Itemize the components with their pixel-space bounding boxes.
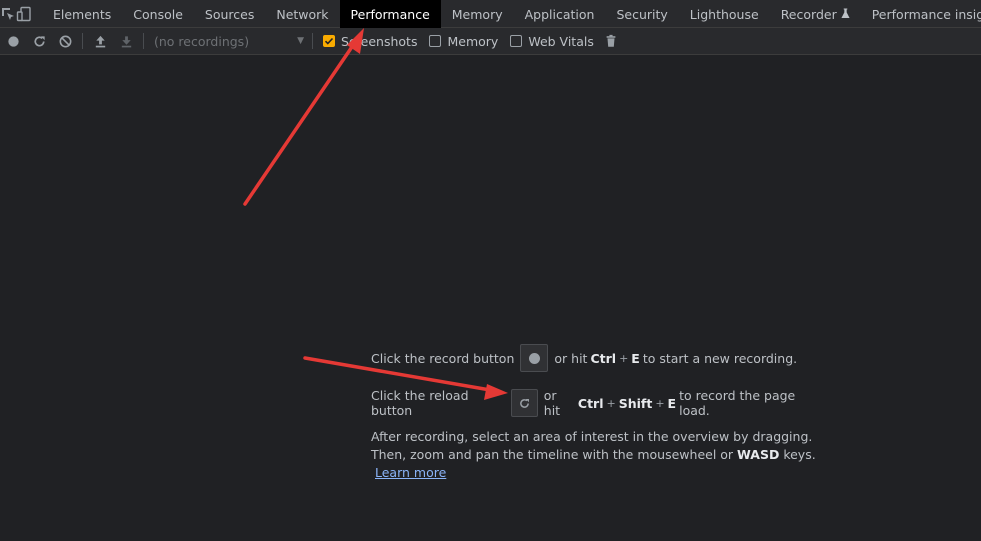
wasd-keys: WASD (737, 447, 780, 462)
reload-icon (520, 398, 530, 408)
record-instruction-or: or hit (554, 350, 588, 366)
clear-button[interactable] (52, 28, 78, 54)
reload-record-button[interactable] (26, 28, 52, 54)
tab-sources[interactable]: Sources (194, 0, 265, 28)
tab-application[interactable]: Application (514, 0, 606, 28)
tab-label: Elements (53, 6, 112, 22)
learn-more-link[interactable]: Learn more (375, 465, 446, 480)
trash-icon (606, 34, 616, 47)
toolbar-divider (82, 33, 83, 49)
reload-instruction: Click the reload button or hit Ctrl + Sh… (371, 388, 821, 418)
tab-label: Console (133, 6, 183, 22)
shortcut-key: Ctrl (577, 395, 604, 411)
tab-security[interactable]: Security (605, 0, 678, 28)
reload-instruction-suffix: to record the page load. (679, 388, 796, 418)
performance-landing-message: Click the record button or hit Ctrl + E … (371, 343, 821, 482)
record-icon (7, 35, 19, 47)
record-instruction: Click the record button or hit Ctrl + E … (371, 343, 821, 373)
load-profile-button[interactable] (87, 28, 113, 54)
save-profile-button[interactable] (113, 28, 139, 54)
tab-recorder[interactable]: Recorder (770, 0, 861, 28)
memory-checkbox[interactable]: Memory (429, 34, 498, 49)
record-icon (528, 352, 540, 364)
tab-network[interactable]: Network (265, 0, 339, 28)
garbage-collect-button[interactable] (600, 28, 622, 54)
tab-console[interactable]: Console (122, 0, 194, 28)
record-button[interactable] (0, 28, 26, 54)
screenshots-label: Screenshots (341, 33, 418, 49)
tab-performance[interactable]: Performance (339, 0, 441, 28)
reload-icon (33, 35, 45, 47)
reload-instruction-or: or hit (543, 388, 561, 418)
tab-label: Recorder (780, 6, 837, 22)
shortcut-plus: + (619, 351, 629, 365)
reload-instruction-prefix: Click the reload button (371, 388, 469, 418)
shortcut-plus: + (606, 396, 616, 410)
performance-toolbar: (no recordings) ▼ Screenshots Memory Web… (0, 28, 981, 55)
experimental-flask-icon (841, 7, 850, 22)
inline-record-button[interactable] (520, 344, 549, 372)
shortcut-key: E (631, 350, 640, 366)
inline-reload-button[interactable] (511, 389, 538, 417)
tab-memory[interactable]: Memory (441, 0, 514, 28)
memory-label: Memory (447, 33, 499, 49)
tab-label: Security (616, 6, 668, 22)
tab-elements[interactable]: Elements (42, 0, 122, 28)
tab-label: Performance (350, 6, 430, 22)
shortcut-key: Ctrl (590, 350, 617, 366)
upload-icon (95, 35, 105, 47)
toolbar-divider (143, 33, 144, 49)
tab-label: Lighthouse (689, 6, 759, 22)
tab-label: Memory (451, 6, 503, 22)
shortcut-key: Shift (618, 395, 653, 411)
checkbox-unchecked-icon[interactable] (510, 35, 523, 47)
toolbar-divider (312, 33, 313, 49)
panel-tabs: Elements Console Sources Network Performance… (42, 0, 981, 28)
chevron-down-icon: ▼ (297, 36, 304, 46)
web-vitals-checkbox[interactable]: Web Vitals (510, 34, 594, 49)
tab-label: Performance insights (871, 6, 981, 22)
tab-label: Network (276, 6, 329, 22)
shortcut-key: E (667, 395, 677, 411)
device-toolbar-icon[interactable] (16, 0, 32, 28)
tab-label: Application (524, 6, 595, 22)
record-instruction-suffix: to start a new recording. (642, 350, 798, 366)
tab-performance-insights[interactable]: Performance insights (861, 0, 981, 28)
checkbox-unchecked-icon[interactable] (429, 35, 442, 47)
checkbox-checked-icon[interactable] (323, 35, 335, 47)
web-vitals-label: Web Vitals (528, 33, 594, 49)
usage-hint: After recording, select an area of inter… (371, 428, 821, 482)
record-instruction-prefix: Click the record button (371, 350, 515, 366)
devtools-tab-bar: Elements Console Sources Network Performance… (0, 0, 981, 28)
tab-label: Sources (204, 6, 255, 22)
usage-hint-suffix: keys. (783, 447, 816, 462)
clear-icon (59, 35, 71, 47)
download-icon (121, 35, 131, 47)
recordings-select[interactable]: (no recordings) ▼ (148, 31, 308, 51)
tab-lighthouse[interactable]: Lighthouse (679, 0, 770, 28)
inspect-element-icon[interactable] (0, 0, 16, 28)
screenshots-checkbox[interactable]: Screenshots (323, 34, 417, 49)
shortcut-plus: + (655, 396, 665, 410)
recordings-select-value: (no recordings) (154, 33, 250, 49)
